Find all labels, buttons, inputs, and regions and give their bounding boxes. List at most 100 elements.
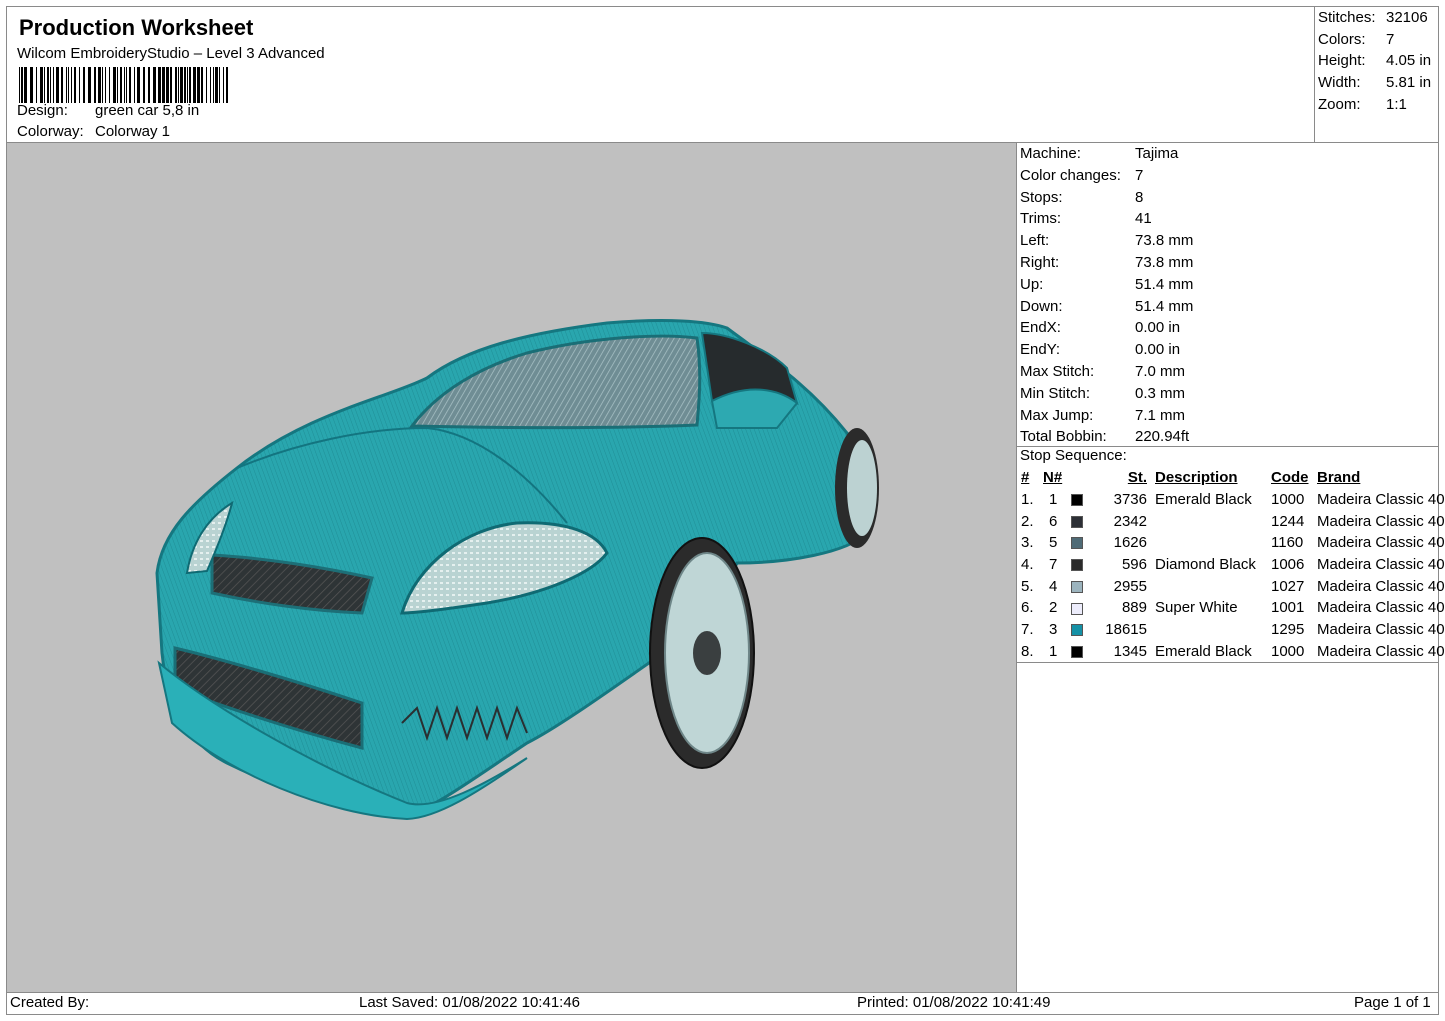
row-stitches: 2955: [1113, 577, 1147, 595]
color-swatch: [1071, 559, 1083, 572]
color-swatch: [1071, 624, 1083, 637]
row-brand: Madeira Classic 40: [1317, 621, 1445, 639]
row-description: Super White: [1155, 599, 1238, 617]
row-description: [1155, 532, 1271, 554]
row-index: 6.: [1021, 599, 1034, 617]
row-index: 5.: [1021, 577, 1034, 595]
row-code: 1001: [1271, 599, 1305, 617]
stat-zoom: Zoom: 1:1: [1318, 95, 1407, 113]
row-brand: Madeira Classic 40: [1317, 512, 1445, 530]
row-brand: Madeira Classic 40: [1317, 642, 1445, 660]
prop-row: Max Jump: 7.1 mm: [1020, 406, 1186, 424]
row-index: 2.: [1021, 512, 1034, 530]
row-color-swatch: [1071, 619, 1087, 641]
color-swatch: [1071, 645, 1083, 658]
row-color-swatch: [1071, 597, 1087, 619]
stat-width: Width: 5.81 in: [1318, 74, 1432, 92]
table-row: 4. 7 596 Diamond Black 1006 Madeira Classic 4…: [1018, 554, 1445, 576]
row-brand: Madeira Classic 40: [1317, 599, 1445, 617]
row-color-swatch: [1071, 489, 1087, 511]
page-number: Page 1 of 1: [1354, 994, 1431, 1011]
col-header-description: Description: [1155, 469, 1238, 487]
prop-row: EndY: 0.00 in: [1020, 341, 1181, 359]
row-color-swatch: [1071, 641, 1087, 663]
color-swatch: [1071, 537, 1083, 550]
stat-height: Height: 4.05 in: [1318, 52, 1432, 70]
row-brand: Madeira Classic 40: [1317, 491, 1445, 509]
barcode-bar: [228, 67, 230, 103]
stats-list: Stitches: 32106 Colors: 7 Height: 4.05 in W…: [1318, 7, 1431, 116]
row-stitches: 596: [1121, 556, 1147, 574]
stop-sequence-title: Stop Sequence:: [1020, 447, 1127, 464]
row-code: 1000: [1271, 642, 1305, 660]
prop-row: Right: 73.8 mm: [1020, 253, 1194, 271]
row-description: Emerald Black: [1155, 491, 1252, 509]
row-brand: Madeira Classic 40: [1317, 577, 1445, 595]
properties-list: Machine: Tajima Color changes: 7 Stops: 8 T…: [1020, 143, 1193, 448]
row-stitches: 1626: [1113, 534, 1147, 552]
created-by: Created By:: [10, 994, 90, 1011]
table-row: 5. 4 2955 1027 Madeira Classic 40: [1018, 575, 1445, 597]
notes-panel: [1016, 662, 1439, 994]
header-panel: Production Worksheet Wilcom EmbroiderySt…: [6, 6, 1315, 143]
col-header-code: Code: [1271, 469, 1309, 487]
table-row: 8. 1 1345 Emerald Black 1000 Madeira Classic …: [1018, 641, 1445, 663]
row-code: 1244: [1271, 512, 1305, 530]
row-stitches: 18615: [1105, 621, 1147, 639]
prop-row: Stops: 8: [1020, 188, 1144, 206]
row-stitches: 2342: [1113, 512, 1147, 530]
row-description: [1155, 575, 1271, 597]
prop-row: Down: 51.4 mm: [1020, 297, 1194, 315]
row-color-swatch: [1071, 554, 1087, 576]
table-row: 6. 2 889 Super White 1001 Madeira Classic 40: [1018, 597, 1445, 619]
embroidery-car-image: [155, 319, 879, 821]
table-row: 1. 1 3736 Emerald Black 1000 Madeira Classic …: [1018, 489, 1445, 511]
row-index: 1.: [1021, 491, 1034, 509]
row-color-swatch: [1071, 510, 1087, 532]
row-code: 1160: [1271, 534, 1304, 552]
color-swatch: [1071, 580, 1083, 593]
prop-row: Up: 51.4 mm: [1020, 275, 1194, 293]
last-saved: Last Saved: 01/08/2022 10:41:46: [359, 994, 581, 1011]
design-preview: [6, 142, 1017, 993]
prop-row: Left: 73.8 mm: [1020, 232, 1194, 250]
row-needle: 7: [1049, 556, 1058, 574]
row-needle: 5: [1049, 534, 1058, 552]
table-row: 3. 5 1626 1160 Madeira Classic 40: [1018, 532, 1445, 554]
color-swatch: [1071, 602, 1083, 615]
design-row: Design: green car 5,8 in: [17, 102, 199, 119]
stop-sequence-table: # N# St. Description Code Brand 1. 1 3736 E…: [1018, 467, 1445, 662]
design-label: Design:: [17, 102, 68, 119]
table-header-row: # N# St. Description Code Brand: [1018, 467, 1445, 489]
page-title: Production Worksheet: [19, 15, 254, 40]
row-needle: 1: [1049, 642, 1058, 660]
table-row: 7. 3 18615 1295 Madeira Classic 40: [1018, 619, 1445, 641]
prop-row: EndX: 0.00 in: [1020, 319, 1181, 337]
row-needle: 4: [1049, 577, 1058, 595]
col-header-swatch: [1071, 467, 1087, 489]
row-code: 1295: [1271, 621, 1305, 639]
printed-date: Printed: 01/08/2022 10:41:49: [857, 994, 1051, 1011]
software-name: Wilcom EmbroideryStudio – Level 3 Advanc…: [17, 45, 325, 62]
row-index: 8.: [1021, 642, 1034, 660]
colorway-row: Colorway: Colorway 1: [17, 123, 170, 140]
prop-row: Machine: Tajima: [1020, 145, 1179, 162]
design-value: green car 5,8 in: [95, 102, 200, 119]
footer-bar: [6, 992, 1439, 1015]
row-code: 1006: [1271, 556, 1305, 574]
row-stitches: 889: [1121, 599, 1147, 617]
row-needle: 1: [1049, 491, 1058, 509]
colorway-label: Colorway:: [17, 123, 84, 140]
prop-row: Total Bobbin: 220.94ft: [1020, 428, 1190, 446]
row-index: 4.: [1021, 556, 1034, 574]
row-stitches: 1345: [1113, 642, 1147, 660]
prop-row: Trims: 41: [1020, 210, 1152, 228]
row-code: 1027: [1271, 577, 1305, 595]
row-brand: Madeira Classic 40: [1317, 534, 1445, 552]
color-swatch: [1071, 515, 1083, 528]
stat-stitches: Stitches: 32106: [1318, 9, 1428, 26]
row-description: [1155, 619, 1271, 641]
prop-row: Max Stitch: 7.0 mm: [1020, 362, 1186, 380]
row-index: 3.: [1021, 534, 1034, 552]
colorway-value: Colorway 1: [95, 123, 171, 140]
